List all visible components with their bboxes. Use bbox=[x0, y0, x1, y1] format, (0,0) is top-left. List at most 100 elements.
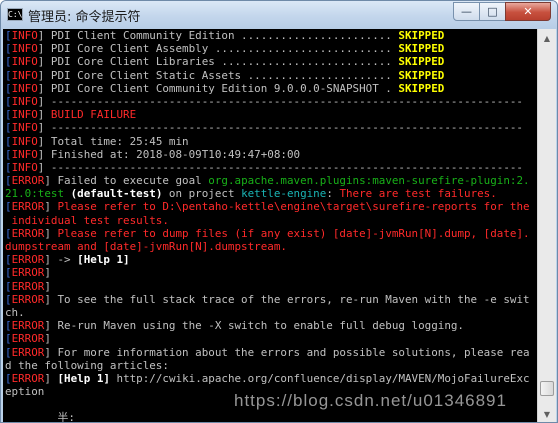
console-line: d the following articles: bbox=[5, 359, 537, 372]
console-line: individual test results. bbox=[5, 214, 537, 227]
console-text: [Help 1] bbox=[57, 371, 110, 385]
console-text: INFO bbox=[11, 160, 38, 174]
vertical-scrollbar[interactable]: ▲ ▼ bbox=[537, 29, 556, 422]
console-line: [INFO] ---------------------------------… bbox=[5, 161, 537, 174]
console-line: [ERROR] To see the full stack trace of t… bbox=[5, 293, 537, 306]
console-text: ] bbox=[44, 279, 51, 293]
console-line: [INFO] PDI Core Client Static Assets ...… bbox=[5, 69, 537, 82]
console-text: ] bbox=[44, 371, 58, 385]
console-text: ] --------------------------------------… bbox=[37, 121, 523, 135]
window-title: 管理员: 命令提示符 bbox=[28, 10, 141, 25]
console-line: [ERROR] [Help 1] http://cwiki.apache.org… bbox=[5, 372, 537, 385]
console-line: [ERROR] Re-run Maven using the -X switch… bbox=[5, 319, 537, 332]
console-text: Please refer to dump files (if any exist… bbox=[57, 226, 530, 240]
console-text: BUILD FAILURE bbox=[50, 108, 137, 122]
console-line: [INFO] PDI Core Client Community Edition… bbox=[5, 82, 537, 95]
console-text: : bbox=[326, 187, 340, 201]
console-line: ch. bbox=[5, 306, 537, 319]
console-text: ] --------------------------------------… bbox=[37, 160, 523, 174]
console-text: SKIPPED bbox=[398, 29, 445, 42]
console-text: ] -> bbox=[44, 253, 78, 267]
console-line: [ERROR] -> [Help 1] bbox=[5, 253, 537, 266]
console-text: INFO bbox=[11, 68, 38, 82]
console-text: ] PDI Core Client Static Assets ........… bbox=[37, 68, 399, 82]
console-line: [ERROR] bbox=[5, 266, 537, 279]
console-text: SKIPPED bbox=[398, 81, 445, 95]
console-text: ] To see the full stack trace of the err… bbox=[44, 292, 530, 306]
arrow-down-icon: ▼ bbox=[543, 409, 551, 419]
console-line: [ERROR] bbox=[5, 332, 537, 345]
console-text: ] Re-run Maven using the -X switch to en… bbox=[44, 319, 464, 333]
console-text: dumpstream and [date]-jvmRun[N].dumpstre… bbox=[5, 240, 287, 253]
console-text: ] For more information about the errors … bbox=[44, 345, 530, 359]
console-text: ] Failed to execute goal bbox=[44, 174, 209, 188]
console-text: ] bbox=[44, 226, 58, 240]
minimize-icon: — bbox=[461, 5, 472, 18]
console-output[interactable]: [INFO] PDI Client Community Edition ....… bbox=[3, 29, 537, 423]
console-text: ] --------------------------------------… bbox=[37, 94, 523, 108]
console-line: [ERROR] Please refer to D:\pentaho-kettl… bbox=[5, 200, 537, 213]
cmd-icon[interactable]: C:\ bbox=[7, 8, 23, 21]
console-lines: [INFO] PDI Client Community Edition ....… bbox=[5, 29, 537, 423]
console-text: ERROR bbox=[11, 332, 45, 346]
console-text: INFO bbox=[11, 55, 38, 69]
maximize-button[interactable]: □ bbox=[479, 2, 506, 21]
close-button[interactable]: ✕ bbox=[505, 2, 551, 21]
caption-buttons: — □ ✕ bbox=[453, 2, 551, 21]
console-text: INFO bbox=[11, 121, 38, 135]
console-text: ] Total time: 25:45 min bbox=[37, 134, 189, 148]
console-line: dumpstream and [date]-jvmRun[N].dumpstre… bbox=[5, 240, 537, 253]
console-text: INFO bbox=[11, 29, 38, 42]
console-line: [INFO] ---------------------------------… bbox=[5, 95, 537, 108]
maximize-icon: □ bbox=[487, 5, 498, 18]
console-text: ERROR bbox=[11, 200, 45, 214]
console-text: (default-test) bbox=[70, 187, 163, 201]
console-text: SKIPPED bbox=[398, 68, 445, 82]
console-text: ] PDI Core Client Assembly .............… bbox=[37, 42, 399, 56]
console-text: ERROR bbox=[11, 345, 45, 359]
console-text: INFO bbox=[11, 108, 38, 122]
console-text: Please refer to D:\pentaho-kettle\engine… bbox=[57, 200, 530, 214]
close-icon: ✕ bbox=[523, 5, 533, 18]
console-line: [INFO] BUILD FAILURE bbox=[5, 108, 537, 121]
console-line: [ERROR] Failed to execute goal org.apach… bbox=[5, 174, 537, 187]
title-bar[interactable]: C:\ 管理员: 命令提示符 — □ ✕ bbox=[1, 1, 557, 29]
console-text: INFO bbox=[11, 134, 38, 148]
scroll-up-button[interactable]: ▲ bbox=[539, 30, 555, 46]
console-text: 21.0:test bbox=[5, 187, 65, 201]
console-line: 半: bbox=[5, 411, 537, 423]
scrollbar-thumb[interactable] bbox=[540, 381, 554, 396]
console-text: eption bbox=[5, 385, 45, 399]
console-text: ] PDI Core Client Community Edition 9.0.… bbox=[37, 81, 399, 95]
console-line: [INFO] ---------------------------------… bbox=[5, 121, 537, 134]
console-text: ] bbox=[44, 332, 51, 346]
console-text: ERROR bbox=[11, 266, 45, 280]
console-line: [INFO] PDI Core Client Libraries .......… bbox=[5, 55, 537, 68]
console-text: ] bbox=[44, 200, 58, 214]
console-text: INFO bbox=[11, 147, 38, 161]
console-text: ] Finished at: 2018-08-09T10:49:47+08:00 bbox=[37, 147, 301, 161]
console-text: ERROR bbox=[11, 292, 45, 306]
console-line: [INFO] PDI Client Community Edition ....… bbox=[5, 29, 537, 42]
console-line: [ERROR] Please refer to dump files (if a… bbox=[5, 227, 537, 240]
console-text: individual test results. bbox=[5, 213, 169, 227]
console-text: org.apache.maven.plugins:maven-surefire-… bbox=[208, 174, 530, 188]
minimize-button[interactable]: — bbox=[453, 2, 480, 21]
console-text: ERROR bbox=[11, 279, 45, 293]
console-text: ] bbox=[37, 108, 51, 122]
console-text: SKIPPED bbox=[398, 42, 445, 56]
console-line: [INFO] Finished at: 2018-08-09T10:49:47+… bbox=[5, 148, 537, 161]
arrow-up-icon: ▲ bbox=[543, 33, 551, 43]
console-text: ERROR bbox=[11, 174, 45, 188]
scroll-down-button[interactable]: ▼ bbox=[539, 406, 555, 422]
console-text: ERROR bbox=[11, 226, 45, 240]
console-text: INFO bbox=[11, 94, 38, 108]
watermark: https://blog.csdn.net/u01346891 bbox=[234, 391, 507, 410]
console-text: ] PDI Core Client Libraries ............… bbox=[37, 55, 399, 69]
console-text: 半: bbox=[5, 411, 75, 423]
console-text: [Help 1] bbox=[77, 253, 130, 267]
console-line: [ERROR] For more information about the e… bbox=[5, 346, 537, 359]
console-line: [ERROR] bbox=[5, 280, 537, 293]
console-text: INFO bbox=[11, 42, 38, 56]
console-text: ERROR bbox=[11, 253, 45, 267]
